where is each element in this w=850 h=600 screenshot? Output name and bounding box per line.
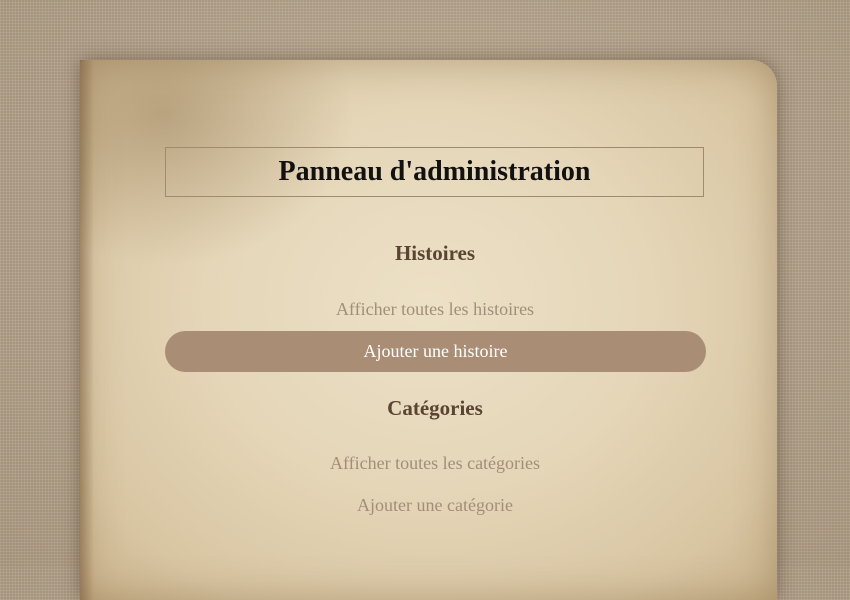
section-heading-categories: Catégories — [387, 396, 483, 420]
parchment-panel — [80, 60, 777, 600]
link-add-story[interactable]: Ajouter une histoire — [165, 331, 706, 372]
title-box: Panneau d'administration — [165, 147, 704, 197]
link-show-all-categories[interactable]: Afficher toutes les catégories — [165, 453, 705, 474]
link-add-category[interactable]: Ajouter une catégorie — [165, 495, 705, 516]
link-show-all-stories[interactable]: Afficher toutes les histoires — [165, 299, 705, 320]
section-heading-histoires: Histoires — [394, 241, 476, 265]
page-title: Panneau d'administration — [278, 156, 591, 187]
